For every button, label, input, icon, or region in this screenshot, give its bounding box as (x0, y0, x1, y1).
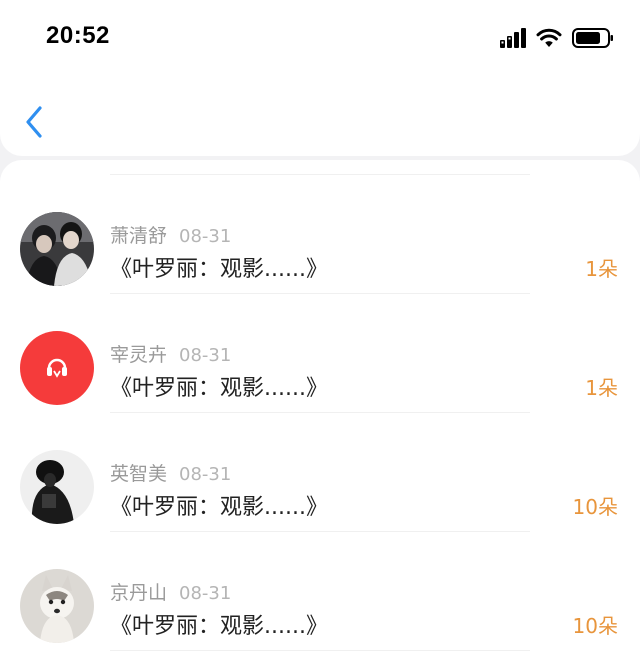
flower-count: 10朵 (572, 614, 618, 638)
avatar[interactable] (20, 569, 94, 643)
screen: 20:52 萧清舒 08-31 《叶罗丽：观影......》 1朵 宰灵卉 08… (0, 0, 640, 652)
avatar[interactable] (20, 450, 94, 524)
avatar-husky-icon (20, 569, 94, 643)
back-button[interactable] (18, 100, 58, 144)
list-item[interactable]: 英智美 08-31 《叶罗丽：观影......》 10朵 (0, 413, 640, 532)
battery-icon (572, 28, 613, 48)
sender-name: 萧清舒 (110, 225, 168, 247)
sender-name: 英智美 (110, 463, 168, 485)
work-title: 《叶罗丽：观影......》 (110, 376, 328, 401)
sender-line: 萧清舒 08-31 (110, 221, 231, 248)
send-date: 08-31 (179, 464, 232, 485)
row-divider (110, 650, 530, 651)
top-header: 20:52 (0, 0, 640, 156)
work-title: 《叶罗丽：观影......》 (110, 495, 328, 520)
list-item[interactable]: 宰灵卉 08-31 《叶罗丽：观影......》 1朵 (0, 294, 640, 413)
chevron-left-icon (26, 106, 42, 138)
status-time: 20:52 (46, 22, 110, 49)
signal-icon (500, 28, 526, 48)
avatar-headphones-icon (20, 331, 94, 405)
status-icons (500, 26, 614, 50)
work-title: 《叶罗丽：观影......》 (110, 614, 328, 639)
sender-name: 宰灵卉 (110, 344, 168, 366)
send-date: 08-31 (179, 226, 232, 247)
work-title: 《叶罗丽：观影......》 (110, 257, 328, 282)
flower-count: 10朵 (572, 495, 618, 519)
list-item[interactable]: 京丹山 08-31 《叶罗丽：观影......》 10朵 (0, 532, 640, 651)
avatar[interactable] (20, 331, 94, 405)
avatar-photo-icon (20, 212, 94, 286)
gift-list: 萧清舒 08-31 《叶罗丽：观影......》 1朵 宰灵卉 08-31 《叶罗丽… (0, 160, 640, 652)
flower-count: 1朵 (585, 257, 618, 281)
avatar[interactable] (20, 212, 94, 286)
send-date: 08-31 (179, 345, 232, 366)
send-date: 08-31 (179, 583, 232, 604)
sender-line: 京丹山 08-31 (110, 578, 231, 605)
flower-count: 1朵 (585, 376, 618, 400)
avatar-photo-icon (20, 450, 94, 524)
sender-line: 宰灵卉 08-31 (110, 340, 231, 367)
sender-line: 英智美 08-31 (110, 459, 231, 486)
sender-name: 京丹山 (110, 582, 168, 604)
list-item[interactable]: 萧清舒 08-31 《叶罗丽：观影......》 1朵 (0, 175, 640, 294)
wifi-icon (536, 28, 562, 47)
